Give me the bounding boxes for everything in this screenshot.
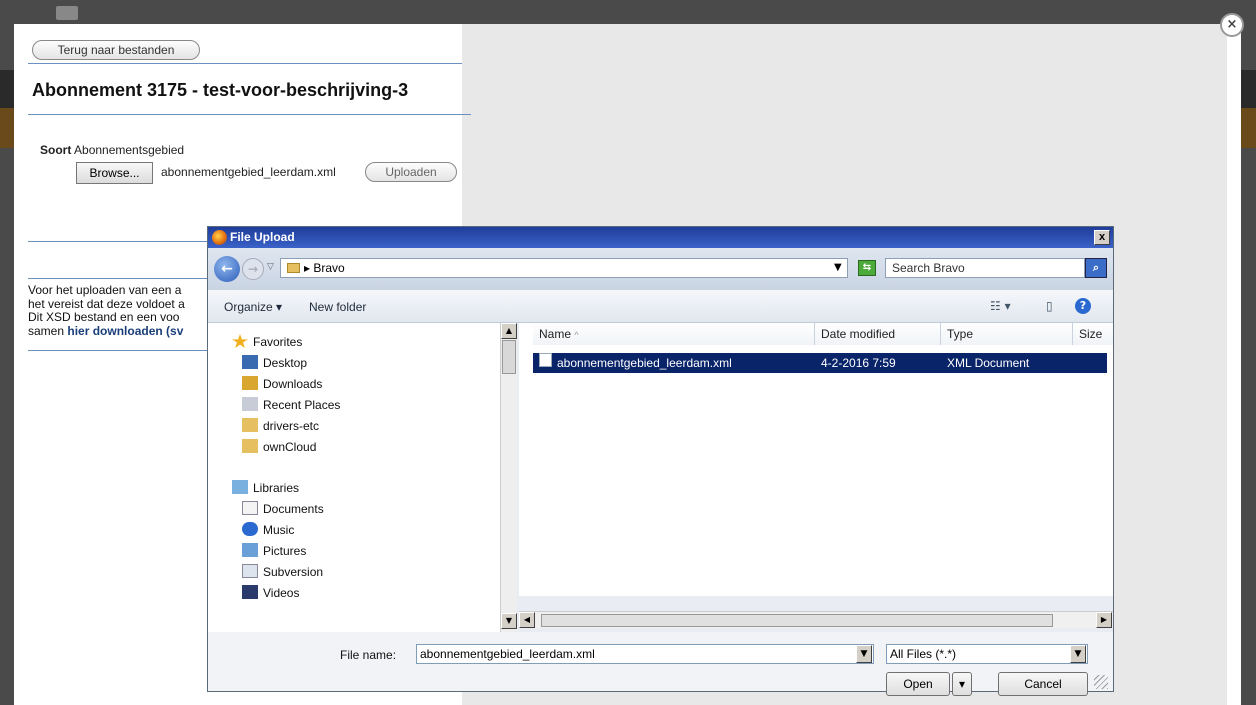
column-header-size[interactable]: Size xyxy=(1073,323,1113,345)
modal-close-icon[interactable]: × xyxy=(1220,13,1244,37)
page-title: Abonnement 3175 - test-voor-beschrijving… xyxy=(32,80,409,100)
dialog-body: ← → ▽ ▸ Bravo ▼ ⇆ Search Bravo ⌕ Organiz… xyxy=(208,248,1113,696)
scroll-thumb[interactable] xyxy=(502,340,516,374)
file-upload-dialog: File Upload x ← → ▽ ▸ Bravo ▼ ⇆ Search B… xyxy=(207,226,1114,696)
videos-icon xyxy=(242,585,258,599)
firefox-icon xyxy=(212,230,227,245)
view-options-icon[interactable]: ☷ ▾ xyxy=(990,299,1011,313)
nav-item-drivers-etc[interactable]: drivers-etc xyxy=(242,417,319,435)
libraries-header[interactable]: Libraries xyxy=(232,479,299,497)
new-folder-button[interactable]: New folder xyxy=(309,300,366,314)
file-name-dropdown-icon[interactable]: ▼ xyxy=(856,645,872,663)
info-line: het vereist dat deze voldoet a xyxy=(28,296,185,311)
open-dropdown-icon[interactable]: ▾ xyxy=(952,672,972,696)
search-input[interactable]: Search Bravo xyxy=(885,258,1085,278)
file-list: Name ^ Date modified Type Size abonnemen… xyxy=(519,323,1113,596)
back-to-files-button[interactable]: Terug naar bestanden xyxy=(32,40,200,60)
search-icon[interactable]: ⌕ xyxy=(1085,258,1107,278)
resize-grip-icon[interactable] xyxy=(1094,675,1108,689)
file-type: XML Document xyxy=(947,356,1030,370)
xml-file-icon xyxy=(539,353,552,367)
history-dropdown-icon[interactable]: ▽ xyxy=(267,262,274,272)
sort-icon: ^ xyxy=(574,330,579,340)
column-header-date[interactable]: Date modified xyxy=(815,323,941,345)
dialog-close-button[interactable]: x xyxy=(1094,230,1110,245)
forward-arrow-icon[interactable]: → xyxy=(242,258,264,280)
divider xyxy=(28,241,208,242)
scroll-thumb[interactable] xyxy=(541,614,1053,627)
pictures-icon xyxy=(242,543,258,557)
soort-value: Abonnementsgebied xyxy=(74,143,185,157)
file-date: 4-2-2016 7:59 xyxy=(821,356,896,370)
file-list-hscrollbar[interactable]: ◀ ▶ xyxy=(519,611,1113,628)
documents-icon xyxy=(242,501,258,515)
scroll-left-icon[interactable]: ◀ xyxy=(519,612,535,628)
refresh-icon[interactable]: ⇆ xyxy=(858,260,876,276)
favorites-header[interactable]: Favorites xyxy=(232,333,302,351)
address-dropdown-icon[interactable]: ▼ xyxy=(834,258,842,278)
navigation-pane: Favorites Desktop Downloads Recent Place… xyxy=(208,323,500,632)
libraries-icon xyxy=(232,480,248,494)
nav-item-videos[interactable]: Videos xyxy=(242,584,299,602)
column-header-name[interactable]: Name ^ xyxy=(533,323,815,345)
divider xyxy=(28,278,208,279)
soort-label: Soort xyxy=(40,143,72,157)
address-row: ← → ▽ ▸ Bravo ▼ ⇆ Search Bravo ⌕ xyxy=(208,248,1113,290)
dialog-title: File Upload xyxy=(230,230,295,244)
nav-item-recent-places[interactable]: Recent Places xyxy=(242,396,340,414)
file-type-dropdown-icon[interactable]: ▼ xyxy=(1070,645,1086,663)
dialog-titlebar[interactable]: File Upload xyxy=(208,227,1113,248)
subversion-icon xyxy=(242,564,258,578)
scroll-right-icon[interactable]: ▶ xyxy=(1096,612,1112,628)
desktop-icon xyxy=(242,355,258,369)
column-header-type[interactable]: Type xyxy=(941,323,1073,345)
upload-button[interactable]: Uploaden xyxy=(365,162,457,182)
nav-item-downloads[interactable]: Downloads xyxy=(242,375,322,393)
path-segment[interactable]: Bravo xyxy=(313,261,344,275)
logo-icon xyxy=(56,6,78,20)
file-name-input[interactable]: abonnementgebied_leerdam.xml xyxy=(416,644,874,664)
star-icon xyxy=(232,334,248,348)
file-row[interactable]: abonnementgebied_leerdam.xml 4-2-2016 7:… xyxy=(533,353,1107,373)
divider xyxy=(28,114,471,115)
divider xyxy=(28,350,208,351)
cancel-button[interactable]: Cancel xyxy=(998,672,1088,696)
downloads-icon xyxy=(242,376,258,390)
chosen-file-name: abonnementgebied_leerdam.xml xyxy=(161,165,336,179)
file-name: abonnementgebied_leerdam.xml xyxy=(557,356,732,370)
download-link[interactable]: hier downloaden (sv xyxy=(67,324,183,338)
dialog-toolbar: Organize ▾ New folder ☷ ▾ ▯ ? xyxy=(208,290,1113,323)
folder-icon xyxy=(242,439,258,453)
file-name-label: File name: xyxy=(340,648,397,662)
browse-button[interactable]: Browse... xyxy=(76,162,153,184)
nav-item-desktop[interactable]: Desktop xyxy=(242,354,307,372)
folder-icon xyxy=(287,263,300,273)
music-icon xyxy=(242,522,258,536)
folder-icon xyxy=(242,418,258,432)
scroll-down-icon[interactable]: ▼ xyxy=(501,613,517,629)
back-arrow-icon[interactable]: ← xyxy=(214,256,240,282)
soort-line: Soort Abonnementsgebied xyxy=(40,143,184,157)
address-bar[interactable]: ▸ Bravo xyxy=(280,258,848,278)
info-line: Dit XSD bestand en een voo xyxy=(28,310,180,324)
organize-menu[interactable]: Organize ▾ xyxy=(224,300,282,314)
preview-pane-icon[interactable]: ▯ xyxy=(1046,299,1053,313)
scroll-up-icon[interactable]: ▲ xyxy=(501,323,517,339)
nav-item-owncloud[interactable]: ownCloud xyxy=(242,438,316,456)
nav-item-pictures[interactable]: Pictures xyxy=(242,542,306,560)
recent-places-icon xyxy=(242,397,258,411)
divider xyxy=(28,63,462,64)
nav-scrollbar[interactable]: ▲ ▼ xyxy=(500,323,517,632)
nav-item-subversion[interactable]: Subversion xyxy=(242,563,323,581)
file-type-select[interactable]: All Files (*.*) xyxy=(886,644,1088,664)
info-line: Voor het uploaden van een a xyxy=(28,284,182,297)
info-line: samen hier downloaden (sv xyxy=(28,323,184,338)
nav-item-music[interactable]: Music xyxy=(242,521,294,539)
open-button[interactable]: Open xyxy=(886,672,950,696)
help-icon[interactable]: ? xyxy=(1075,298,1091,314)
nav-item-documents[interactable]: Documents xyxy=(242,500,324,518)
upload-info-text: Voor het uploaden van een a het vereist … xyxy=(28,284,208,338)
